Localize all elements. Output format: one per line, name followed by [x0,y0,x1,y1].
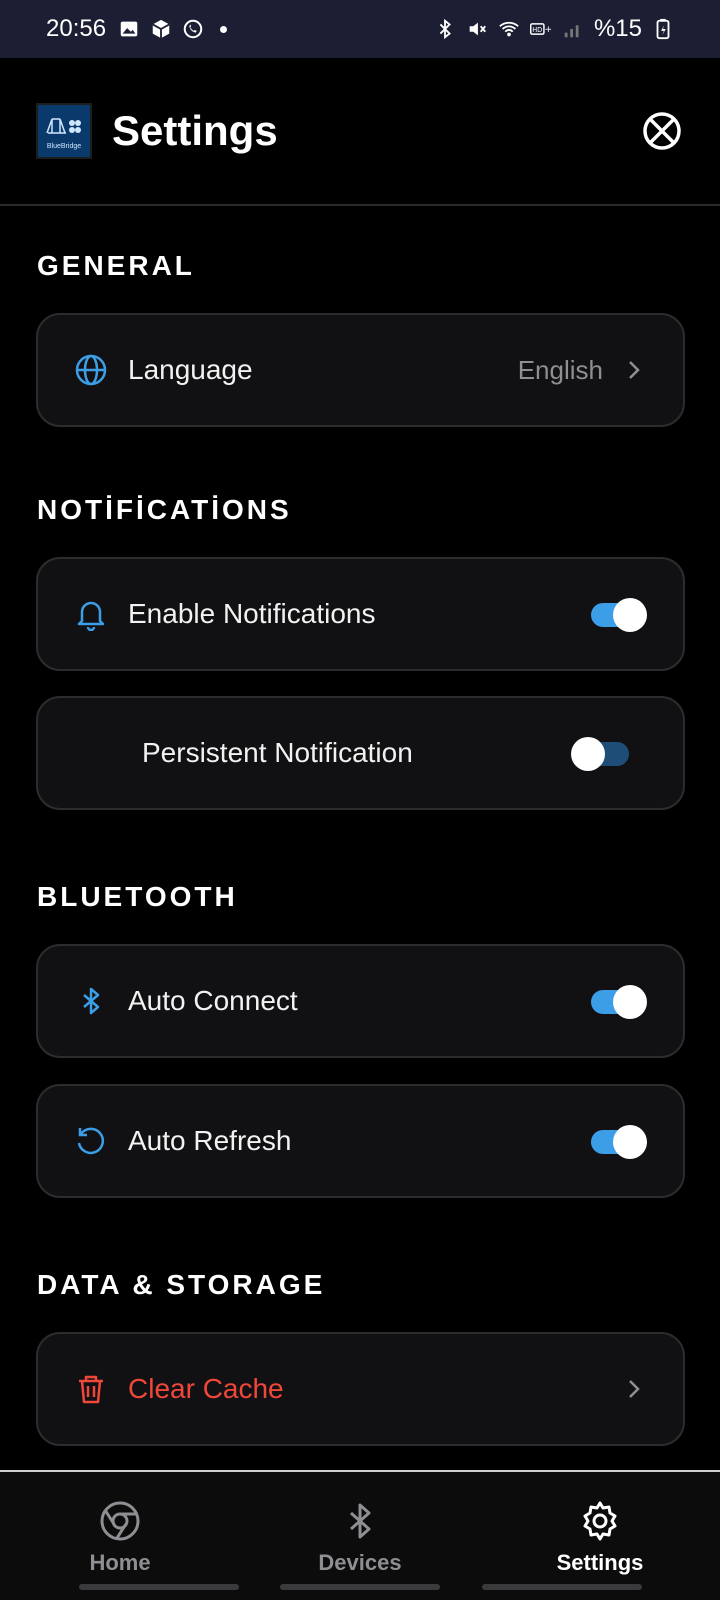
auto-refresh-label: Auto Refresh [128,1125,292,1156]
gear-icon [583,1501,617,1541]
auto-connect-toggle[interactable] [591,985,647,1019]
section-title-data-storage: DATA & STORAGE [37,1269,326,1300]
bottom-navigation: Home Devices Settings [0,1470,720,1600]
persistent-notification-row: Persistent Notification [36,696,685,810]
nav-label-home: Home [89,1550,151,1575]
home-icon [100,1501,140,1541]
section-title-bluetooth: BLUETOOTH [37,881,238,912]
clear-cache-label: Clear Cache [128,1373,284,1404]
box-icon [152,19,170,39]
app-header: BlueBridge Settings [0,58,720,206]
section-title-notifications: NOTİFİCATİONS [37,494,292,525]
enable-notifications-label: Enable Notifications [128,598,376,629]
globe-icon [75,354,107,386]
enable-notifications-toggle[interactable] [591,598,647,632]
nav-item-settings[interactable]: Settings [520,1500,680,1576]
mute-icon [469,22,486,36]
chevron-right-icon [629,361,640,379]
signal-icon [564,25,579,38]
nav-item-devices[interactable]: Devices [280,1500,440,1576]
whatsapp-icon [183,19,203,39]
bluetooth-icon [350,1503,371,1539]
page-title: Settings [112,107,278,154]
refresh-icon [77,1127,105,1155]
notification-dot [220,25,228,33]
bluetooth-icon [439,18,451,40]
status-right-icons: HD + %15 [434,15,674,43]
status-time: 20:56 [46,15,107,42]
section-title-general: GENERAL [37,250,195,281]
battery-icon [656,18,670,40]
language-value: English [517,354,603,385]
logo-text: BlueBridge [46,142,82,150]
persistent-notification-toggle[interactable] [571,737,631,771]
auto-refresh-toggle[interactable] [591,1125,647,1159]
language-row[interactable]: Language English [36,313,685,427]
bell-icon [77,601,105,631]
status-bar: 20:56 HD + %15 [0,0,720,58]
clear-cache-row[interactable]: Clear Cache [36,1332,685,1446]
hd-signal-icon: HD + [529,23,552,35]
bluetooth-icon [83,987,100,1015]
enable-notifications-row: Enable Notifications [36,557,685,671]
auto-refresh-row: Auto Refresh [36,1084,685,1198]
language-label: Language [128,354,253,385]
disabled-circle-icon[interactable] [640,109,684,153]
app-logo: BlueBridge [36,103,92,159]
auto-connect-row: Auto Connect [36,944,685,1058]
bridge-logo-icon [46,117,81,134]
nav-indicator-home [79,1584,239,1590]
status-left-icons [118,18,228,40]
nav-indicator-devices [280,1584,440,1590]
svg-text:+: + [545,25,552,35]
wifi-icon [499,21,519,37]
image-icon [120,21,138,37]
trash-icon [79,1375,103,1404]
battery-percent: %15 [593,15,642,42]
nav-indicator-settings [482,1584,642,1590]
auto-connect-label: Auto Connect [128,985,298,1016]
persistent-notification-label: Persistent Notification [142,737,413,768]
svg-text:HD: HD [532,26,542,34]
chevron-right-icon [629,1380,640,1398]
nav-item-home[interactable]: Home [40,1500,200,1576]
nav-label-settings: Settings [556,1550,644,1575]
nav-label-devices: Devices [318,1550,402,1575]
